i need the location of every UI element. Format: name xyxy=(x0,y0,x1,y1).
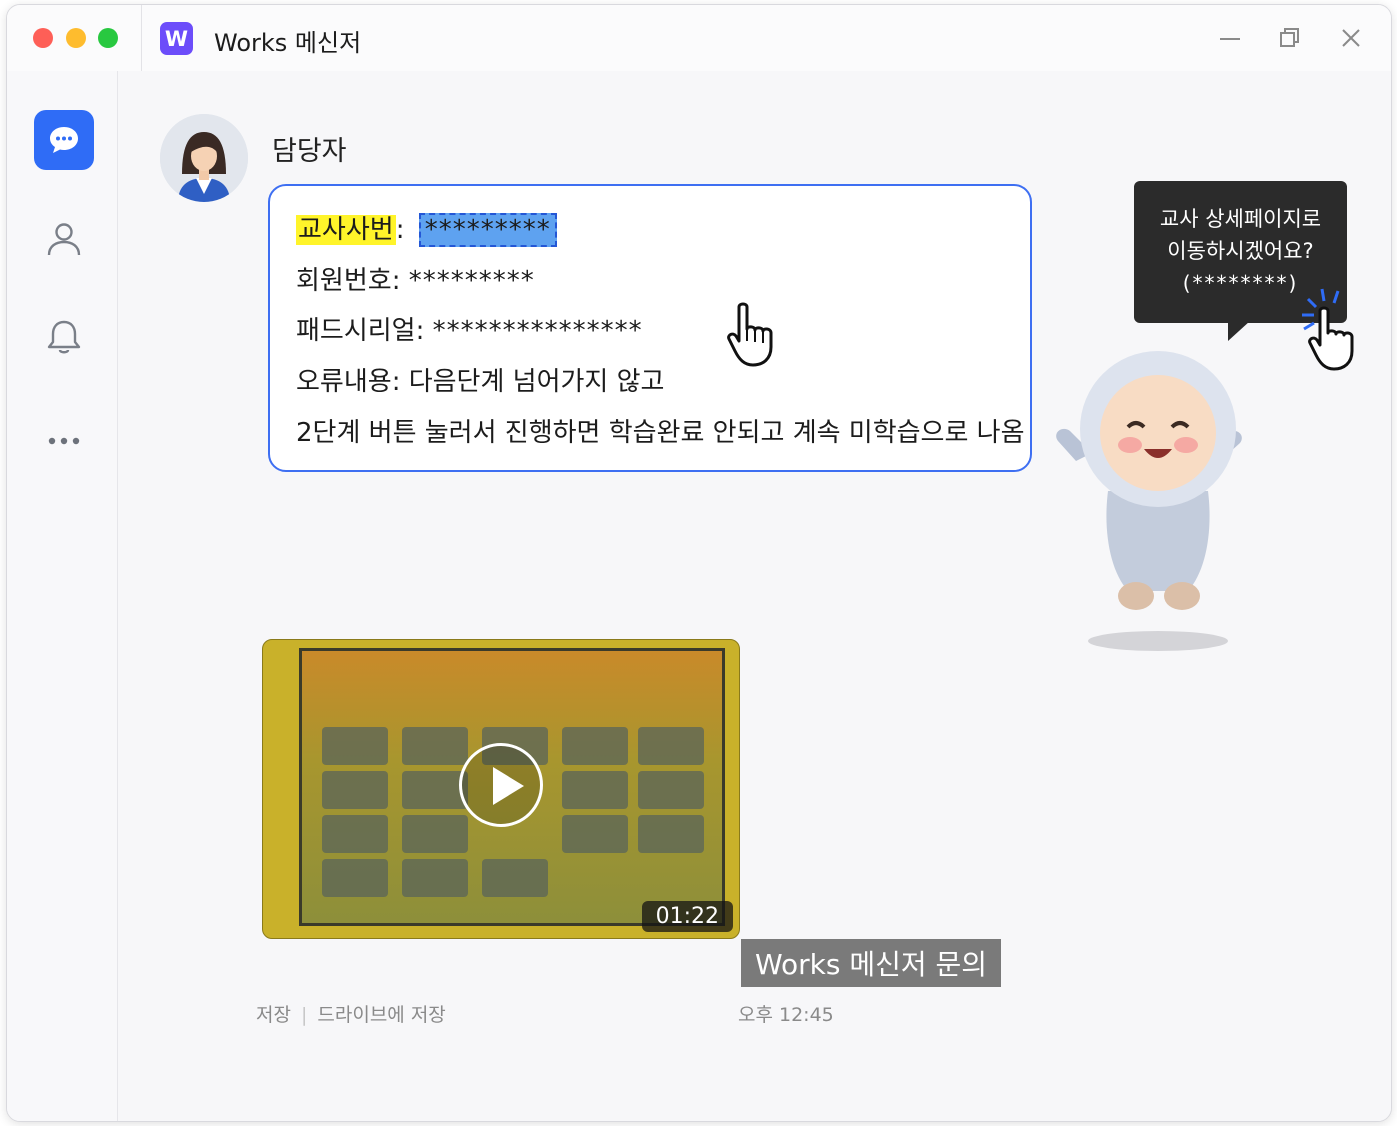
preview-tile xyxy=(562,771,628,809)
video-thumbnail[interactable]: 01:22 xyxy=(262,639,740,939)
message-line-teacher-id: 교사사번: ********* xyxy=(296,209,557,247)
click-hand-icon xyxy=(1302,288,1354,371)
file-actions: 저장 | 드라이브에 저장 xyxy=(256,1000,446,1027)
woman-avatar-icon xyxy=(160,114,248,202)
title-divider xyxy=(141,5,142,71)
pad-serial-value: *************** xyxy=(432,316,643,346)
tooltip-line-1: 교사 상세페이지로 xyxy=(1159,207,1322,231)
app-logo-letter: W xyxy=(164,26,189,51)
preview-tile xyxy=(638,815,704,853)
window-title: Works 메신저 xyxy=(214,29,362,57)
more-dots-icon xyxy=(48,437,80,445)
tooltip-line-2: 이동하시겠어요? xyxy=(1167,239,1314,263)
error-label: 오류내용 xyxy=(296,367,392,397)
chat-content: 담당자 교사사번: ********* 회원번호: ********* 패드시리… xyxy=(118,71,1391,1121)
preview-tile xyxy=(402,771,468,809)
minimize-traffic-light[interactable] xyxy=(66,28,86,48)
preview-tile xyxy=(638,727,704,765)
teacher-id-link[interactable]: ********* xyxy=(418,213,557,247)
preview-tile xyxy=(322,859,388,897)
close-icon xyxy=(1342,29,1360,47)
app-logo-icon: W xyxy=(160,22,193,55)
sender-name: 담당자 xyxy=(272,136,347,167)
restore-icon xyxy=(1280,28,1299,47)
sidebar-item-chat[interactable] xyxy=(34,110,94,170)
preview-tile xyxy=(562,815,628,853)
restore-button[interactable] xyxy=(1275,23,1305,53)
sidebar-item-more[interactable] xyxy=(44,417,84,457)
close-button[interactable] xyxy=(1336,23,1366,53)
preview-tile xyxy=(322,771,388,809)
message-line-pad-serial: 패드시리얼: *************** xyxy=(296,316,643,346)
error-value: 다음단계 넘어가지 않고 xyxy=(408,367,665,397)
preview-tile xyxy=(402,859,468,897)
preview-tile xyxy=(322,727,388,765)
message-timestamp: 오후 12:45 xyxy=(738,1004,834,1026)
sender-avatar[interactable] xyxy=(160,114,248,202)
sidebar-item-contacts[interactable] xyxy=(44,219,84,259)
message-line-member-number: 회원번호: ********* xyxy=(296,266,535,296)
play-button[interactable] xyxy=(459,743,543,827)
messenger-window: W Works 메신저 담당자 교사사번: ********* 회원번호: **… xyxy=(6,4,1392,1122)
zoom-traffic-light[interactable] xyxy=(98,28,118,48)
action-separator: | xyxy=(300,1004,308,1026)
video-caption: Works 메신저 문의 xyxy=(741,939,1001,987)
preview-tile xyxy=(402,815,468,853)
person-icon xyxy=(47,223,81,256)
save-to-drive-button[interactable]: 드라이브에 저장 xyxy=(317,1004,445,1026)
minimize-button[interactable] xyxy=(1215,23,1245,53)
close-traffic-light[interactable] xyxy=(33,28,53,48)
minimize-icon xyxy=(1220,38,1240,40)
teacher-id-label: 교사사번 xyxy=(296,215,396,245)
message-bubble: 교사사번: ********* 회원번호: ********* 패드시리얼: *… xyxy=(268,184,1032,472)
astronaut-mascot-illustration xyxy=(1056,351,1242,651)
pointer-hand-icon xyxy=(727,302,773,367)
preview-tile xyxy=(562,727,628,765)
sidebar-item-notifications[interactable] xyxy=(44,317,84,357)
title-bar: W Works 메신저 xyxy=(7,5,1391,72)
sidebar xyxy=(7,71,118,1121)
tooltip-tail xyxy=(1228,321,1250,341)
chat-bubble-icon xyxy=(50,127,78,153)
message-line-detail: 2단계 버튼 눌러서 진행하면 학습완료 안되고 계속 미학습으로 나옴 xyxy=(296,418,1025,448)
preview-tile xyxy=(402,727,468,765)
preview-tile xyxy=(482,859,548,897)
preview-tile xyxy=(638,771,704,809)
message-line-error: 오류내용: 다음단계 넘어가지 않고 xyxy=(296,367,665,397)
pad-serial-label: 패드시리얼 xyxy=(296,316,416,346)
bell-icon xyxy=(47,320,81,354)
member-number-value: ********* xyxy=(408,266,535,296)
member-number-label: 회원번호 xyxy=(296,266,392,296)
video-duration: 01:22 xyxy=(641,901,733,932)
save-button[interactable]: 저장 xyxy=(256,1004,291,1026)
preview-tile xyxy=(322,815,388,853)
